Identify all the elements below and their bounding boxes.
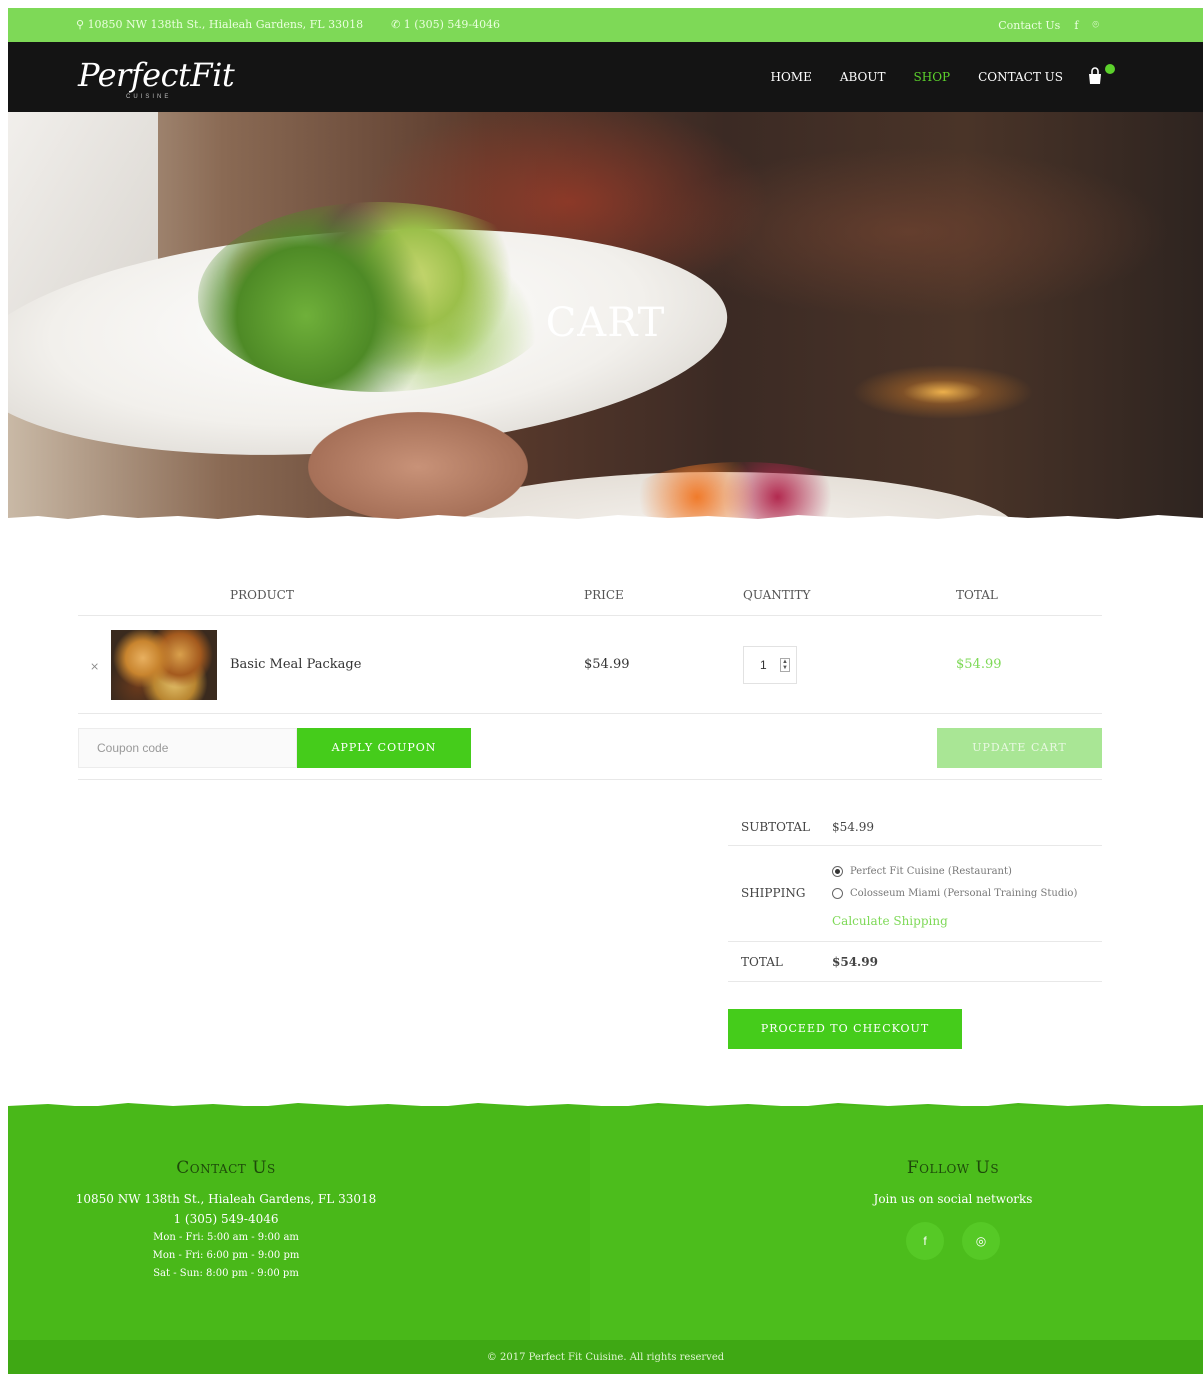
nav-item-about[interactable]: ABOUT — [840, 70, 886, 84]
coupon-input[interactable]: Coupon code — [78, 728, 297, 768]
instagram-icon[interactable]: ◎ — [962, 1222, 1000, 1260]
footer-phone: 1 (305) 549-4046 — [173, 1212, 279, 1226]
shipping-option-restaurant[interactable]: Perfect Fit Cuisine (Restaurant) — [832, 866, 1012, 877]
subtotal-row: SUBTOTAL $54.99 — [728, 808, 1102, 846]
proceed-to-checkout-button[interactable]: PROCEED TO CHECKOUT — [728, 1009, 962, 1049]
product-thumbnail[interactable] — [111, 630, 217, 700]
footer-hours-1: Mon - Fri: 5:00 am - 9:00 am — [153, 1232, 299, 1243]
footer-address: 10850 NW 138th St., Hialeah Gardens, FL … — [75, 1192, 377, 1206]
header-total: TOTAL — [956, 588, 998, 602]
product-name-link[interactable]: Basic Meal Package — [230, 657, 361, 672]
total-row: TOTAL $54.99 — [728, 942, 1102, 982]
total-label: TOTAL — [741, 955, 783, 969]
address-info: ⚲ 10850 NW 138th St., Hialeah Gardens, F… — [76, 18, 364, 31]
remove-item-icon[interactable]: × — [90, 660, 99, 673]
copyright-bar: © 2017 Perfect Fit Cuisine. All rights r… — [8, 1340, 1203, 1374]
footer-hours-3: Sat - Sun: 8:00 pm - 9:00 pm — [153, 1268, 299, 1279]
torn-edge-divider — [8, 515, 1203, 524]
logo-subtitle: CUISINE — [126, 94, 172, 100]
subtotal-value: $54.99 — [832, 820, 874, 834]
quantity-value: 1 — [760, 658, 767, 672]
cart-item-row: × Basic Meal Package $54.99 1 ▲ ▼ $54.99 — [78, 616, 1102, 714]
radio-unselected-icon[interactable] — [832, 888, 843, 899]
product-line-total: $54.99 — [956, 657, 1002, 672]
facebook-icon[interactable]: f — [906, 1222, 944, 1260]
total-value: $54.99 — [832, 955, 878, 969]
shopping-bag-icon[interactable] — [1085, 66, 1105, 86]
header-price: PRICE — [584, 588, 624, 602]
nav-menu: HOME ABOUT SHOP CONTACT US — [770, 70, 1063, 84]
nav-item-contact-us[interactable]: CONTACT US — [978, 70, 1063, 84]
facebook-icon[interactable]: f — [1074, 19, 1078, 32]
cart-table: PRODUCT PRICE QUANTITY TOTAL × Basic Mea… — [78, 574, 1102, 780]
product-price: $54.99 — [584, 657, 630, 672]
cart-totals: SUBTOTAL $54.99 SHIPPING Perfect Fit Cui… — [728, 808, 1102, 982]
shipping-option-studio[interactable]: Colosseum Miami (Personal Training Studi… — [832, 888, 1077, 899]
shipping-option-label: Perfect Fit Cuisine (Restaurant) — [850, 866, 1012, 877]
quantity-spinner-icon[interactable]: ▲ ▼ — [780, 658, 790, 672]
phone-text: 1 (305) 549-4046 — [403, 18, 501, 31]
shipping-label: SHIPPING — [741, 886, 806, 900]
cart-actions: Coupon code APPLY COUPON UPDATE CART — [78, 714, 1102, 780]
radio-selected-icon[interactable] — [832, 866, 843, 877]
apply-coupon-button[interactable]: APPLY COUPON — [297, 728, 471, 768]
top-info-bar: ⚲ 10850 NW 138th St., Hialeah Gardens, F… — [8, 8, 1203, 42]
hero-image-salad — [198, 202, 558, 392]
hero-image-hand — [308, 412, 528, 522]
footer-contact-title: Contact Us — [176, 1158, 276, 1178]
shipping-option-label: Colosseum Miami (Personal Training Studi… — [850, 888, 1078, 899]
nav-item-shop[interactable]: SHOP — [914, 70, 951, 84]
phone-info: ✆ 1 (305) 549-4046 — [391, 18, 501, 31]
social-links: f ◎ — [760, 1222, 1146, 1260]
footer-follow-title: Follow Us — [906, 1158, 1000, 1178]
quantity-stepper[interactable]: 1 ▲ ▼ — [743, 646, 797, 684]
subtotal-label: SUBTOTAL — [741, 820, 810, 834]
hero-banner: CART — [8, 112, 1203, 524]
footer-follow: Follow Us Join us on social networks f ◎ — [760, 1158, 1146, 1260]
page-title: CART — [545, 300, 666, 346]
cart-table-header: PRODUCT PRICE QUANTITY TOTAL — [78, 574, 1102, 616]
instagram-icon[interactable]: ⌾ — [1092, 18, 1099, 32]
page-frame: ⚲ 10850 NW 138th St., Hialeah Gardens, F… — [8, 8, 1203, 1374]
address-text: 10850 NW 138th St., Hialeah Gardens, FL … — [87, 18, 364, 31]
header-product: PRODUCT — [230, 588, 294, 602]
main-navigation: PerfectFit CUISINE HOME ABOUT SHOP CONTA… — [8, 42, 1203, 112]
site-footer: Contact Us 10850 NW 138th St., Hialeah G… — [8, 1103, 1203, 1374]
footer-contact: Contact Us 10850 NW 138th St., Hialeah G… — [8, 1158, 444, 1286]
calculate-shipping-link[interactable]: Calculate Shipping — [832, 914, 948, 928]
footer-follow-text: Join us on social networks — [873, 1192, 1033, 1206]
cart-count-badge — [1105, 64, 1115, 74]
shipping-row: SHIPPING Perfect Fit Cuisine (Restaurant… — [728, 846, 1102, 942]
header-quantity: QUANTITY — [743, 588, 811, 602]
contact-us-link[interactable]: Contact Us — [998, 19, 1060, 32]
update-cart-button[interactable]: UPDATE CART — [937, 728, 1102, 768]
nav-item-home[interactable]: HOME — [770, 70, 811, 84]
site-logo[interactable]: PerfectFit — [78, 56, 235, 94]
footer-hours-2: Mon - Fri: 6:00 pm - 9:00 pm — [152, 1250, 300, 1261]
